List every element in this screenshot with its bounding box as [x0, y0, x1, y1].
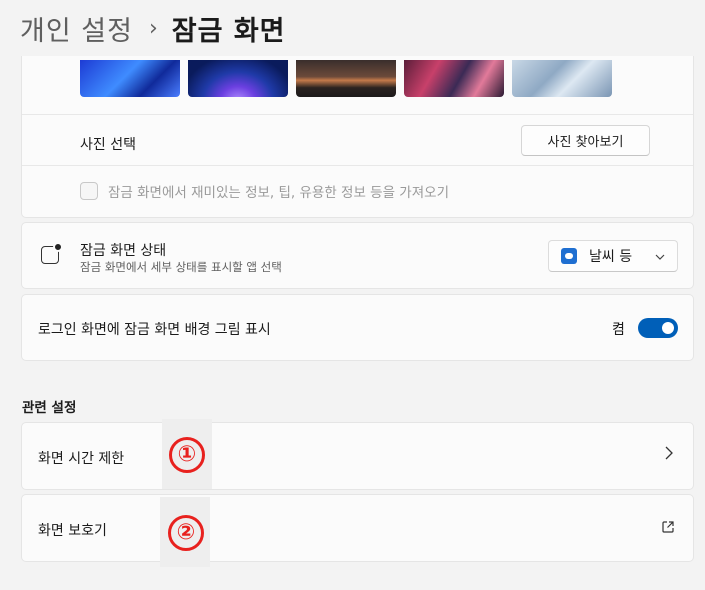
status-app-select-value: 날씨 등 — [589, 249, 633, 265]
login-background-toggle[interactable] — [638, 318, 678, 338]
wallpaper-thumbnail-4[interactable] — [404, 60, 504, 97]
marker-1-label: ① — [177, 442, 197, 467]
marker-2-label: ② — [176, 520, 196, 545]
breadcrumb-parent[interactable]: 개인 설정 — [20, 9, 133, 48]
screen-saver-link[interactable]: 화면 보호기 ② — [21, 494, 694, 567]
choose-photo-label: 사진 선택 — [80, 137, 136, 153]
related-settings-title: 관련 설정 — [22, 400, 77, 416]
status-app-select[interactable]: 날씨 등 — [548, 240, 678, 272]
screen-timeout-link[interactable]: 화면 시간 제한 ① — [21, 419, 694, 490]
wallpaper-thumbnail-1[interactable] — [80, 60, 180, 97]
divider — [22, 114, 693, 115]
weather-icon — [561, 248, 577, 264]
screen-timeout-label: 화면 시간 제한 — [38, 451, 125, 467]
divider — [22, 165, 693, 166]
screen-saver-label: 화면 보호기 — [38, 523, 107, 539]
toggle-knob — [662, 322, 674, 334]
wallpaper-thumbnail-2[interactable] — [188, 60, 288, 97]
fun-facts-checkbox[interactable] — [80, 182, 98, 200]
marker-2: ② — [166, 513, 206, 553]
breadcrumb-separator-icon: › — [148, 15, 158, 41]
marker-1: ① — [167, 435, 207, 475]
wallpaper-thumbnail-3[interactable] — [296, 60, 396, 97]
wallpaper-thumbnail-5[interactable] — [512, 60, 612, 97]
lock-screen-background-card: 사진 선택 사진 찾아보기 잠금 화면에서 재미있는 정보, 팁, 유용한 정보… — [21, 56, 694, 218]
chevron-right-icon — [665, 445, 673, 464]
fun-facts-label: 잠금 화면에서 재미있는 정보, 팁, 유용한 정보 등을 가져오기 — [108, 185, 449, 201]
lock-screen-status-card: 잠금 화면 상태 잠금 화면에서 세부 상태를 표시할 앱 선택 날씨 등 — [21, 222, 694, 289]
lock-screen-status-title: 잠금 화면 상태 — [80, 243, 167, 259]
chevron-down-icon — [655, 250, 665, 263]
lock-screen-status-icon — [41, 242, 63, 264]
lock-screen-status-subtitle: 잠금 화면에서 세부 상태를 표시할 앱 선택 — [80, 260, 282, 274]
toggle-state-label: 켬 — [612, 322, 625, 338]
recent-images — [80, 60, 612, 97]
login-background-label: 로그인 화면에 잠금 화면 배경 그림 표시 — [38, 322, 271, 338]
page-title: 잠금 화면 — [171, 15, 286, 47]
external-link-icon — [661, 519, 675, 533]
fun-facts-option[interactable]: 잠금 화면에서 재미있는 정보, 팁, 유용한 정보 등을 가져오기 — [80, 181, 449, 201]
login-background-card: 로그인 화면에 잠금 화면 배경 그림 표시 켬 — [21, 294, 694, 361]
breadcrumb: 개인 설정 › 잠금 화면 — [20, 6, 286, 50]
browse-photos-button[interactable]: 사진 찾아보기 — [521, 125, 650, 156]
